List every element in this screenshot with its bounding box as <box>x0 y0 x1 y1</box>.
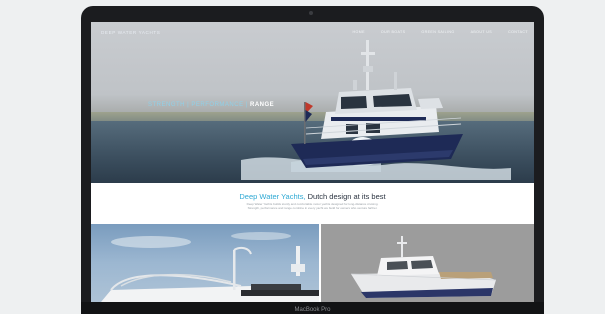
hero-tagline: STRENGTH | PERFORMANCE | RANGE <box>148 102 274 108</box>
device-label: MacBook Pro <box>294 307 331 313</box>
intro-title-rest: Dutch design at its best <box>305 192 386 201</box>
nav-our-boats[interactable]: OUR BOATS <box>381 30 406 34</box>
intro-title: Deep Water Yachts, Dutch design at its b… <box>91 192 534 201</box>
website-screen: DEEP WATER YACHTS HOME OUR BOATS GREEN S… <box>91 22 534 302</box>
tagline-performance: PERFORMANCE <box>191 102 244 108</box>
nav-contact[interactable]: CONTACT <box>508 30 528 34</box>
site-logo[interactable]: DEEP WATER YACHTS <box>101 30 160 35</box>
camera-dot <box>309 11 313 15</box>
intro-section: Deep Water Yachts, Dutch design at its b… <box>91 183 534 222</box>
hero-section: DEEP WATER YACHTS HOME OUR BOATS GREEN S… <box>91 22 534 183</box>
intro-title-brand: Deep Water Yachts, <box>239 192 306 201</box>
intro-paragraph: Deep Water Yachts builds sturdy and comf… <box>246 202 379 211</box>
laptop-frame: DEEP WATER YACHTS HOME OUR BOATS GREEN S… <box>81 6 544 314</box>
nav-home[interactable]: HOME <box>353 30 365 34</box>
nav-about-us[interactable]: ABOUT US <box>471 30 493 34</box>
yacht-photo-panel[interactable] <box>91 224 319 302</box>
yacht-render-image <box>350 236 497 298</box>
main-nav: HOME OUR BOATS GREEN SAILING ABOUT US CO… <box>353 30 528 34</box>
tagline-strength: STRENGTH <box>148 102 185 108</box>
nav-green-sailing[interactable]: GREEN SAILING <box>421 30 454 34</box>
tagline-range: RANGE <box>249 102 275 108</box>
yacht-render-panel[interactable] <box>321 224 534 302</box>
laptop-base: MacBook Pro <box>81 302 544 314</box>
yacht-deck-image <box>101 232 319 302</box>
